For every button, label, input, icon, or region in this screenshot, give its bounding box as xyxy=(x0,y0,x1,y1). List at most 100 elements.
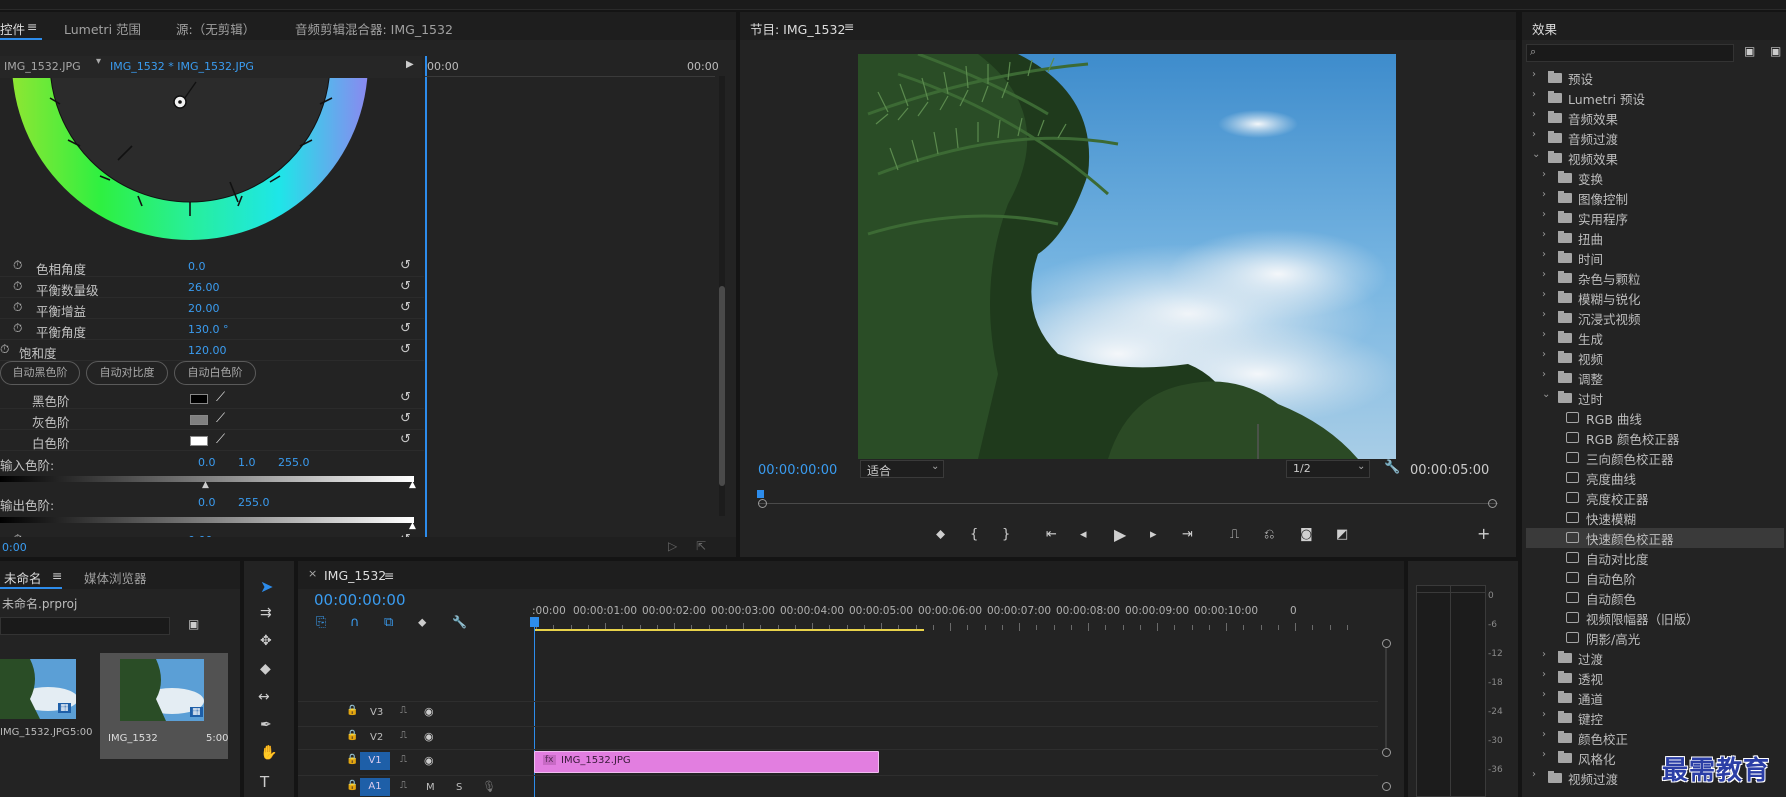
chevron-right-icon[interactable]: › xyxy=(1532,89,1536,100)
effects-folder[interactable]: › 实用程序 xyxy=(1526,208,1784,228)
chevron-right-icon[interactable]: › xyxy=(1542,329,1546,340)
chevron-right-icon[interactable]: › xyxy=(1542,289,1546,300)
effects-folder[interactable]: › 调整 xyxy=(1526,368,1784,388)
effects-title[interactable]: 效果 xyxy=(1532,19,1557,38)
effects-folder[interactable]: ⌄ 视频效果 xyxy=(1526,148,1784,168)
play-icon[interactable]: ▶ xyxy=(1114,525,1126,544)
chevron-right-icon[interactable]: › xyxy=(1542,169,1546,180)
eyedropper-icon[interactable]: ⟋ xyxy=(216,390,225,405)
chevron-right-icon[interactable]: › xyxy=(1542,209,1546,220)
auto-white-level-button[interactable]: 自动白色阶 xyxy=(174,361,256,385)
effects-folder[interactable]: › 变换 xyxy=(1526,168,1784,188)
effects-item[interactable]: RGB 颜色校正器 xyxy=(1526,428,1784,448)
effects-item[interactable]: 自动色阶 xyxy=(1526,568,1784,588)
project-item-selected[interactable]: ▦ IMG_1532 5:00 xyxy=(100,653,228,759)
mark-out-icon[interactable]: } xyxy=(1002,527,1010,542)
settings-wrench-icon[interactable]: 🔧 xyxy=(1384,460,1400,475)
track-select-tool-icon[interactable]: ⇉ xyxy=(260,605,272,621)
track-lock-icon[interactable]: 🔒 xyxy=(346,705,358,716)
effects-folder[interactable]: › 杂色与颗粒 xyxy=(1526,268,1784,288)
eyedropper-icon[interactable]: ⟋ xyxy=(216,432,225,447)
param-value[interactable]: 20.00 xyxy=(188,302,220,315)
effects-folder[interactable]: › 视频 xyxy=(1526,348,1784,368)
effects-folder[interactable]: › 时间 xyxy=(1526,248,1784,268)
timeline-clip[interactable]: fx IMG_1532.JPG xyxy=(534,751,879,773)
black-swatch[interactable] xyxy=(190,394,208,404)
gray-swatch[interactable] xyxy=(190,415,208,425)
effects-folder[interactable]: › 图像控制 xyxy=(1526,188,1784,208)
track-sync-icon[interactable]: ⎍ xyxy=(400,705,407,716)
chevron-down-icon[interactable]: ⌄ xyxy=(1542,389,1550,400)
param-value[interactable]: 120.00 xyxy=(188,344,227,357)
panel-menu-icon[interactable]: ≡ xyxy=(844,19,854,34)
stopwatch-icon[interactable]: ⏱ xyxy=(13,279,22,294)
effects-folder[interactable]: › 颜色校正 xyxy=(1526,728,1784,748)
mini-playhead[interactable] xyxy=(425,56,427,548)
chevron-right-icon[interactable]: › xyxy=(1532,109,1536,120)
work-area-bar[interactable] xyxy=(534,629,924,631)
pen-tool-icon[interactable]: ✒ xyxy=(260,717,272,733)
reset-icon[interactable]: ↺ xyxy=(400,411,411,426)
track-lock-icon[interactable]: 🔒 xyxy=(346,730,358,741)
button-editor-plus-icon[interactable]: + xyxy=(1477,524,1490,543)
track-label-v2[interactable]: V2 xyxy=(370,732,383,743)
effects-item[interactable]: 自动颜色 xyxy=(1526,588,1784,608)
chevron-right-icon[interactable]: › xyxy=(1532,69,1536,80)
chevron-right-icon[interactable]: › xyxy=(1542,649,1546,660)
chevron-right-icon[interactable]: › xyxy=(1542,749,1546,760)
fit-zoom-dropdown[interactable]: 适合 ⌄ xyxy=(860,460,944,478)
panel-menu-icon[interactable]: ≡ xyxy=(27,19,37,34)
program-playhead-timecode[interactable]: 00:00:00:00 xyxy=(758,463,837,478)
effects-folder[interactable]: › 生成 xyxy=(1526,328,1784,348)
vertical-zoom-handle[interactable] xyxy=(1382,782,1391,791)
chevron-right-icon[interactable]: › xyxy=(1532,129,1536,140)
effect-mini-timeline[interactable]: 00:00 00:00 xyxy=(425,56,731,548)
chevron-right-icon[interactable]: › xyxy=(1542,689,1546,700)
reset-icon[interactable]: ↺ xyxy=(400,342,411,357)
export-frame-icon[interactable]: ◙ xyxy=(1300,527,1313,542)
track-sync-icon[interactable]: ⎍ xyxy=(400,754,407,765)
effects-folder[interactable]: › 预设 xyxy=(1526,68,1784,88)
accelerated-effects-icon[interactable]: ▣ xyxy=(1744,44,1755,58)
voiceover-mic-icon[interactable]: 🎙 xyxy=(482,780,496,793)
reset-icon[interactable]: ↺ xyxy=(400,279,411,294)
effects-item[interactable]: 三向颜色校正器 xyxy=(1526,448,1784,468)
ripple-edit-tool-icon[interactable]: ✥ xyxy=(260,633,272,649)
input-level-black-value[interactable]: 0.0 xyxy=(198,456,216,469)
timeline-ruler[interactable]: :00:00 00:00:01:00 00:00:02:00 00:00:03:00 0… xyxy=(298,561,1404,631)
track-eye-icon[interactable]: ◉ xyxy=(424,730,434,743)
track-sync-icon[interactable]: ⎍ xyxy=(400,780,407,791)
chevron-right-icon[interactable]: › xyxy=(1532,769,1536,780)
scrub-playhead[interactable] xyxy=(757,490,764,498)
chevron-right-icon[interactable]: › xyxy=(1542,729,1546,740)
track-lock-icon[interactable]: 🔒 xyxy=(346,754,358,765)
chevron-right-icon[interactable]: › xyxy=(1542,369,1546,380)
new-bin-icon[interactable]: ▣ xyxy=(188,617,199,631)
track-label-v3[interactable]: V3 xyxy=(370,707,383,718)
effects-item[interactable]: 快速颜色校正器 xyxy=(1526,528,1784,548)
tab-source[interactable]: 源:（无剪辑） xyxy=(176,19,255,38)
effects-item[interactable]: 亮度曲线 xyxy=(1526,468,1784,488)
input-level-gamma-value[interactable]: 1.0 xyxy=(238,456,256,469)
step-forward-icon[interactable]: ▸ xyxy=(1150,527,1157,542)
effects-folder[interactable]: › 扭曲 xyxy=(1526,228,1784,248)
param-value[interactable]: 0.0 xyxy=(188,260,206,273)
panel-menu-icon[interactable]: ≡ xyxy=(52,568,62,583)
effects-folder[interactable]: › 通道 xyxy=(1526,688,1784,708)
color-wheel[interactable] xyxy=(0,78,380,258)
project-search-input[interactable] xyxy=(0,617,170,635)
white-swatch[interactable] xyxy=(190,436,208,446)
lift-icon[interactable]: ⎍ xyxy=(1230,527,1239,542)
output-level-white-value[interactable]: 255.0 xyxy=(238,496,270,509)
effects-item[interactable]: RGB 曲线 xyxy=(1526,408,1784,428)
go-to-out-icon[interactable]: ⇥ xyxy=(1182,527,1193,542)
chevron-right-icon[interactable]: › xyxy=(1542,669,1546,680)
mark-in-icon[interactable]: { xyxy=(970,527,978,542)
chevron-right-icon[interactable]: › xyxy=(1542,309,1546,320)
track-label-a1[interactable]: A1 xyxy=(360,778,390,796)
reset-icon[interactable]: ↺ xyxy=(400,432,411,447)
param-value[interactable]: 130.0 ° xyxy=(188,323,229,336)
tab-lumetri-scopes[interactable]: Lumetri 范围 xyxy=(64,19,141,38)
resolution-dropdown[interactable]: 1/2 ⌄ xyxy=(1286,460,1370,478)
stopwatch-icon[interactable]: ⏱ xyxy=(13,300,22,315)
